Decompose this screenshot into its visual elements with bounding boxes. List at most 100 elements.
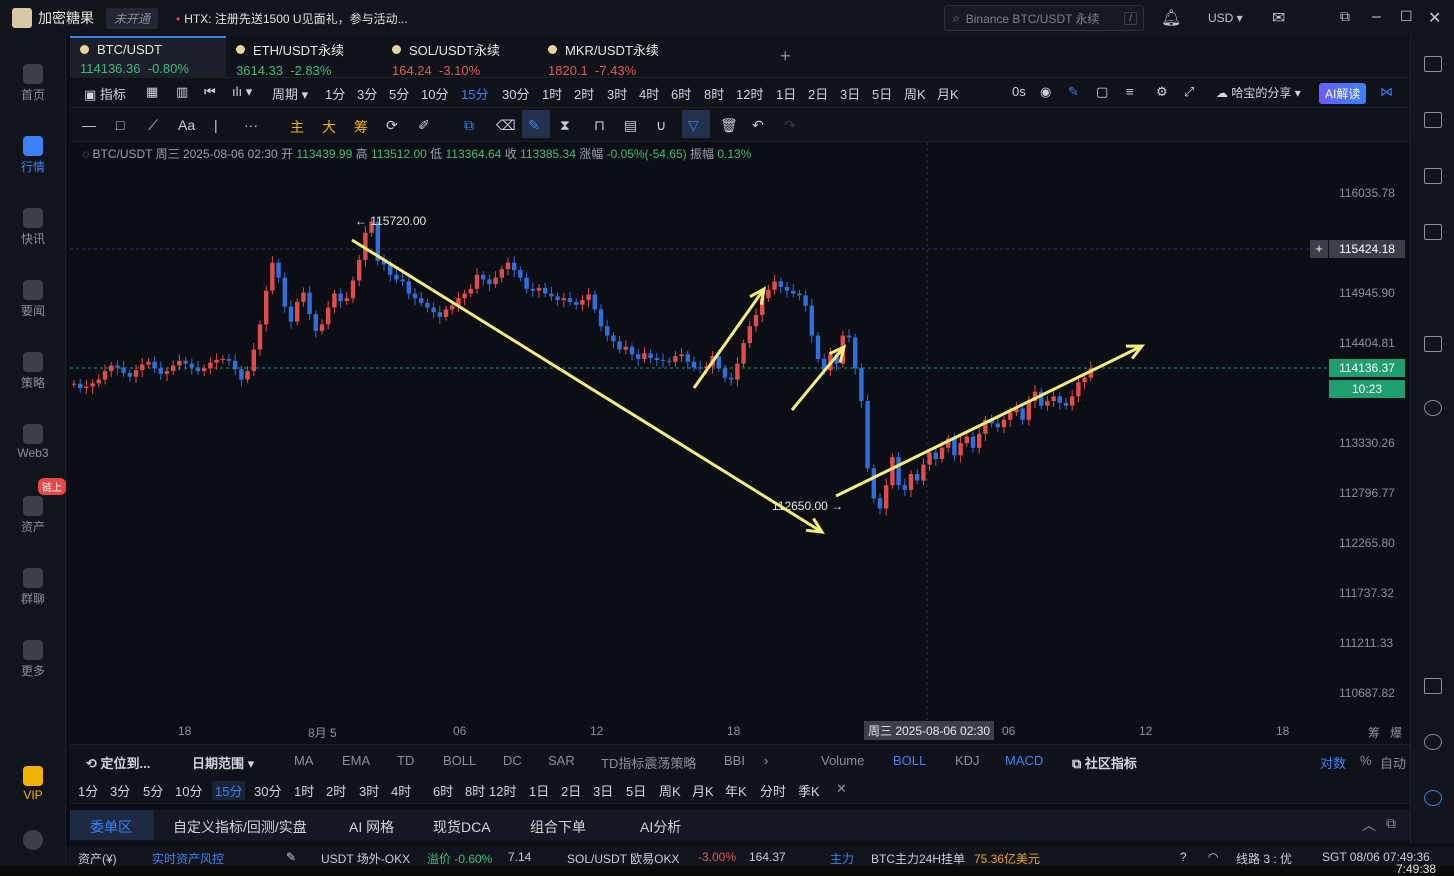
high-label: 高 (355, 147, 368, 161)
indicator-td-strategy[interactable]: TD指标震荡策略 (601, 753, 696, 772)
candle-body (344, 298, 349, 301)
indicator-bbi[interactable]: BBI (724, 753, 745, 768)
close-icon[interactable]: ✕ (836, 781, 847, 797)
candle-body (326, 307, 331, 325)
tab-combo-order[interactable]: 组合下单 (530, 817, 586, 837)
quick-timeframe-8[interactable]: 3时 (359, 781, 379, 800)
candle-body (437, 312, 442, 317)
indicator-ma[interactable]: MA (294, 753, 314, 768)
community-indicator-button[interactable]: ⧉ 社区指标 (1072, 753, 1137, 772)
candle-body (679, 354, 684, 357)
candle-countdown: 10:23 (1329, 380, 1405, 398)
quick-timeframe-11[interactable]: 8时 (465, 781, 485, 800)
asset-label[interactable]: 资产(¥) (78, 850, 117, 867)
popout-icon[interactable]: ⧉ (1386, 815, 1396, 832)
candle-body (543, 287, 548, 294)
candle-body (177, 360, 182, 366)
candle-body (152, 361, 157, 369)
quick-timeframe-16[interactable]: 5日 (626, 781, 646, 800)
info-icon: ◌ (82, 147, 90, 161)
collapse-icon[interactable]: ︿ (1362, 815, 1376, 835)
candle-body (605, 326, 610, 336)
quick-timeframe-3[interactable]: 10分 (175, 781, 202, 800)
help-icon[interactable]: ? (1180, 850, 1187, 864)
quick-timeframe-4[interactable]: 15分 (212, 781, 246, 800)
candle-body (233, 360, 238, 370)
candle-body (270, 262, 275, 291)
quick-timeframe-5[interactable]: 30分 (254, 781, 281, 800)
quick-timeframe-6[interactable]: 1时 (294, 781, 314, 800)
quick-timeframe-19[interactable]: 年K (725, 781, 747, 800)
quick-timeframe-13[interactable]: 1日 (529, 781, 549, 800)
quick-timeframe-7[interactable]: 2时 (326, 781, 346, 800)
candle-body (419, 298, 424, 303)
candle-body (803, 295, 808, 306)
locate-button[interactable]: ⟲ 定位到... (86, 753, 150, 772)
tab-orders[interactable]: 委单区 (90, 817, 132, 837)
quick-timeframe-20[interactable]: 分时 (760, 781, 786, 800)
date-range-select[interactable]: 日期范围 ▾ (192, 753, 254, 772)
candle-body (493, 277, 498, 285)
candle-body (140, 364, 145, 371)
x-tick: 06 (453, 724, 467, 738)
sub-indicator-kdj[interactable]: KDJ (955, 753, 980, 768)
indicator-dc[interactable]: DC (503, 753, 522, 768)
quick-timeframe-15[interactable]: 3日 (593, 781, 613, 800)
candle-body (958, 443, 963, 456)
liquidation-toggle[interactable]: 爆 (1390, 724, 1402, 741)
quick-timeframe-9[interactable]: 4时 (391, 781, 411, 800)
indicator-ema[interactable]: EMA (342, 753, 370, 768)
tab-spot-dca[interactable]: 现货DCA (433, 817, 491, 837)
chip-toggle[interactable]: 筹 (1368, 724, 1380, 741)
candle-body (307, 292, 312, 315)
candle-body (654, 358, 659, 360)
quick-timeframe-18[interactable]: 月K (692, 781, 714, 800)
candle-body (499, 269, 504, 278)
candle-body (319, 324, 325, 331)
candle-body (766, 289, 771, 299)
quick-timeframe-2[interactable]: 5分 (143, 781, 163, 800)
sub-indicator-boll[interactable]: BOLL (893, 753, 926, 768)
edit-icon[interactable]: ✎ (286, 850, 296, 864)
indicator-sar[interactable]: SAR (548, 753, 575, 768)
quick-timeframe-12[interactable]: 12时 (489, 781, 516, 800)
candle-body (908, 473, 914, 490)
line-status[interactable]: 线路 3 : 优 (1236, 850, 1292, 867)
quick-timeframe-14[interactable]: 2日 (561, 781, 581, 800)
candle-body (245, 371, 250, 380)
risk-link[interactable]: 实时资产风控 (152, 850, 224, 867)
open-value: 113439.99 (296, 147, 353, 161)
candle-body (406, 281, 411, 294)
indicator-td[interactable]: TD (397, 753, 414, 768)
quick-timeframe-17[interactable]: 周K (659, 781, 681, 800)
candle-body (1082, 377, 1087, 383)
quick-timeframe-1[interactable]: 3分 (110, 781, 130, 800)
indicator-boll[interactable]: BOLL (443, 753, 476, 768)
auto-scale-toggle[interactable]: 自动 (1380, 753, 1406, 772)
percent-scale-toggle[interactable]: % (1360, 753, 1372, 768)
tab-ai-analysis[interactable]: AI分析 (640, 817, 681, 837)
candle-body (660, 359, 666, 361)
candle-body (84, 386, 89, 388)
tab-custom-indicator[interactable]: 自定义指标/回测/实盘 (173, 817, 307, 837)
candle-body (1045, 401, 1050, 406)
candle-body (691, 361, 697, 368)
candle-body (846, 335, 852, 338)
candle-body (611, 335, 616, 342)
close-label: 收 (504, 147, 517, 161)
candle-body (338, 293, 343, 301)
candle-body (865, 401, 870, 469)
candle-body (555, 296, 560, 301)
candle-body (332, 293, 337, 308)
quick-timeframe-0[interactable]: 1分 (78, 781, 98, 800)
sub-indicator-volume[interactable]: Volume (821, 753, 864, 768)
sub-indicator-macd[interactable]: MACD (1005, 753, 1043, 768)
log-scale-toggle[interactable]: 对数 (1320, 753, 1346, 772)
candle-body (78, 383, 83, 388)
tab-ai-grid[interactable]: AI 网格 (349, 817, 394, 837)
chevron-right-icon[interactable]: › (764, 753, 768, 768)
x-tick: 8月 5 (308, 726, 337, 740)
add-alert-icon[interactable]: + (1310, 240, 1328, 258)
quick-timeframe-10[interactable]: 6时 (433, 781, 453, 800)
quick-timeframe-21[interactable]: 季K (798, 781, 820, 800)
